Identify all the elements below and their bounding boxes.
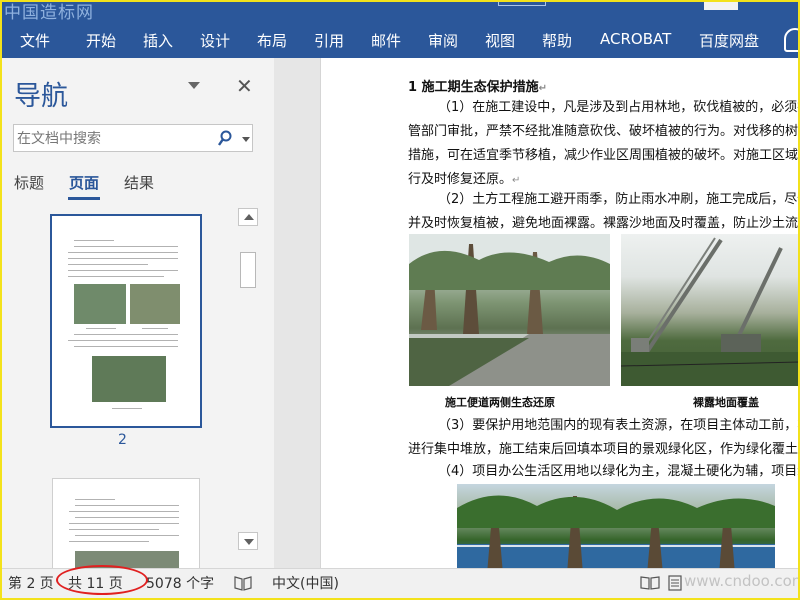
- proofing-book-icon[interactable]: [234, 575, 252, 591]
- photo-roadside-restoration: [409, 234, 610, 386]
- thumbnail-page-number: 2: [118, 432, 127, 448]
- nav-title: 导航: [14, 81, 68, 112]
- title-bar: 中国造标网: [0, 0, 800, 22]
- status-word-count[interactable]: 5078 个字: [146, 573, 214, 593]
- tab-help[interactable]: 帮助: [542, 30, 572, 51]
- scroll-down-button[interactable]: [238, 532, 258, 550]
- window-control[interactable]: [704, 0, 738, 10]
- tab-pages[interactable]: 页面: [69, 172, 99, 193]
- tab-design[interactable]: 设计: [200, 30, 230, 51]
- tab-mailings[interactable]: 邮件: [371, 30, 401, 51]
- paragraph-line: （4）项目办公生活区用地以绿化为主，混凝土硬化为辅，项目绿化率达: [438, 464, 800, 479]
- tab-baidu-netdisk[interactable]: 百度网盘: [699, 30, 759, 51]
- photo-office-greening: [457, 484, 775, 568]
- tab-acrobat[interactable]: ACROBAT: [600, 30, 671, 48]
- tab-view[interactable]: 视图: [485, 30, 515, 51]
- chevron-down-icon[interactable]: [188, 82, 200, 89]
- tab-file[interactable]: 文件: [20, 30, 50, 51]
- photo-caption: 施工便道两侧生态还原: [445, 396, 555, 409]
- photo-caption: 裸露地面覆盖: [693, 396, 759, 409]
- document-page[interactable]: 1 施工期生态保护措施↵ （1）在施工建设中，凡是涉及到占用林地，砍伐植被的，必…: [320, 58, 800, 568]
- tab-review[interactable]: 审阅: [428, 30, 458, 51]
- search-icon[interactable]: [218, 130, 232, 148]
- status-page[interactable]: 第 2 页: [8, 573, 54, 593]
- paragraph-line: （3）要保护用地范围内的现有表土资源，在项目主体动工前，将剥离: [438, 418, 800, 433]
- tab-headings[interactable]: 标题: [14, 172, 44, 193]
- close-icon[interactable]: ✕: [236, 76, 253, 96]
- tab-layout[interactable]: 布局: [257, 30, 287, 51]
- page-thumbnail[interactable]: [52, 478, 200, 578]
- scroll-up-button[interactable]: [238, 208, 258, 226]
- search-input[interactable]: [17, 129, 207, 149]
- lightbulb-icon[interactable]: [784, 28, 800, 52]
- nav-search-box[interactable]: [13, 124, 253, 152]
- paragraph-line: （2）土方工程施工避开雨季，防止雨水冲刷，施工完成后，尽快清理场: [438, 192, 800, 207]
- photo-ground-covering: [621, 234, 800, 386]
- paragraph-line: 进行集中堆放，施工结束后回填本项目的景观绿化区，作为绿化覆土。↵: [408, 442, 800, 457]
- section-heading: 1 施工期生态保护措施↵: [408, 80, 547, 95]
- tab-home[interactable]: 开始: [86, 30, 116, 51]
- navigation-pane: 导航 ✕ 标题 页面 结果 2: [0, 58, 274, 578]
- site-watermark: www.cndoo.com: [684, 572, 800, 590]
- status-language[interactable]: 中文(中国): [272, 573, 339, 593]
- read-mode-icon[interactable]: [640, 575, 660, 591]
- scroll-thumb[interactable]: [240, 252, 256, 288]
- paragraph-line: 并及时恢复植被，避免地面裸露。裸露沙地面及时覆盖，防止沙土流失。↵: [408, 216, 800, 231]
- thumbnail-scrollbar[interactable]: [238, 208, 258, 550]
- page-thumbnail-current[interactable]: [50, 214, 202, 428]
- search-options-icon[interactable]: [242, 137, 250, 142]
- paragraph-line: （1）在施工建设中，凡是涉及到占用林地，砍伐植被的，必须报请林: [438, 100, 800, 115]
- tab-references[interactable]: 引用: [314, 30, 344, 51]
- title-bar-fragment: [498, 0, 546, 6]
- ribbon-tab-bar: 文件 开始 插入 设计 布局 引用 邮件 审阅 视图 帮助 ACROBAT 百度…: [0, 22, 800, 58]
- watermark-logo: 中国造标网: [4, 3, 94, 22]
- active-tab-indicator: [68, 197, 100, 200]
- paragraph-line: 措施，可在适宜季节移植，减少作业区周围植被的破坏。对施工区域生态环: [408, 148, 800, 163]
- tab-insert[interactable]: 插入: [143, 30, 173, 51]
- paragraph-line: 管部门审批，严禁不经批准随意砍伐、破坏植被的行为。对伐移的树木采取: [408, 124, 800, 139]
- highlight-annotation: [56, 565, 148, 595]
- print-layout-icon[interactable]: [666, 575, 684, 591]
- tab-results[interactable]: 结果: [124, 172, 154, 193]
- paragraph-line: 行及时修复还原。↵: [408, 172, 521, 187]
